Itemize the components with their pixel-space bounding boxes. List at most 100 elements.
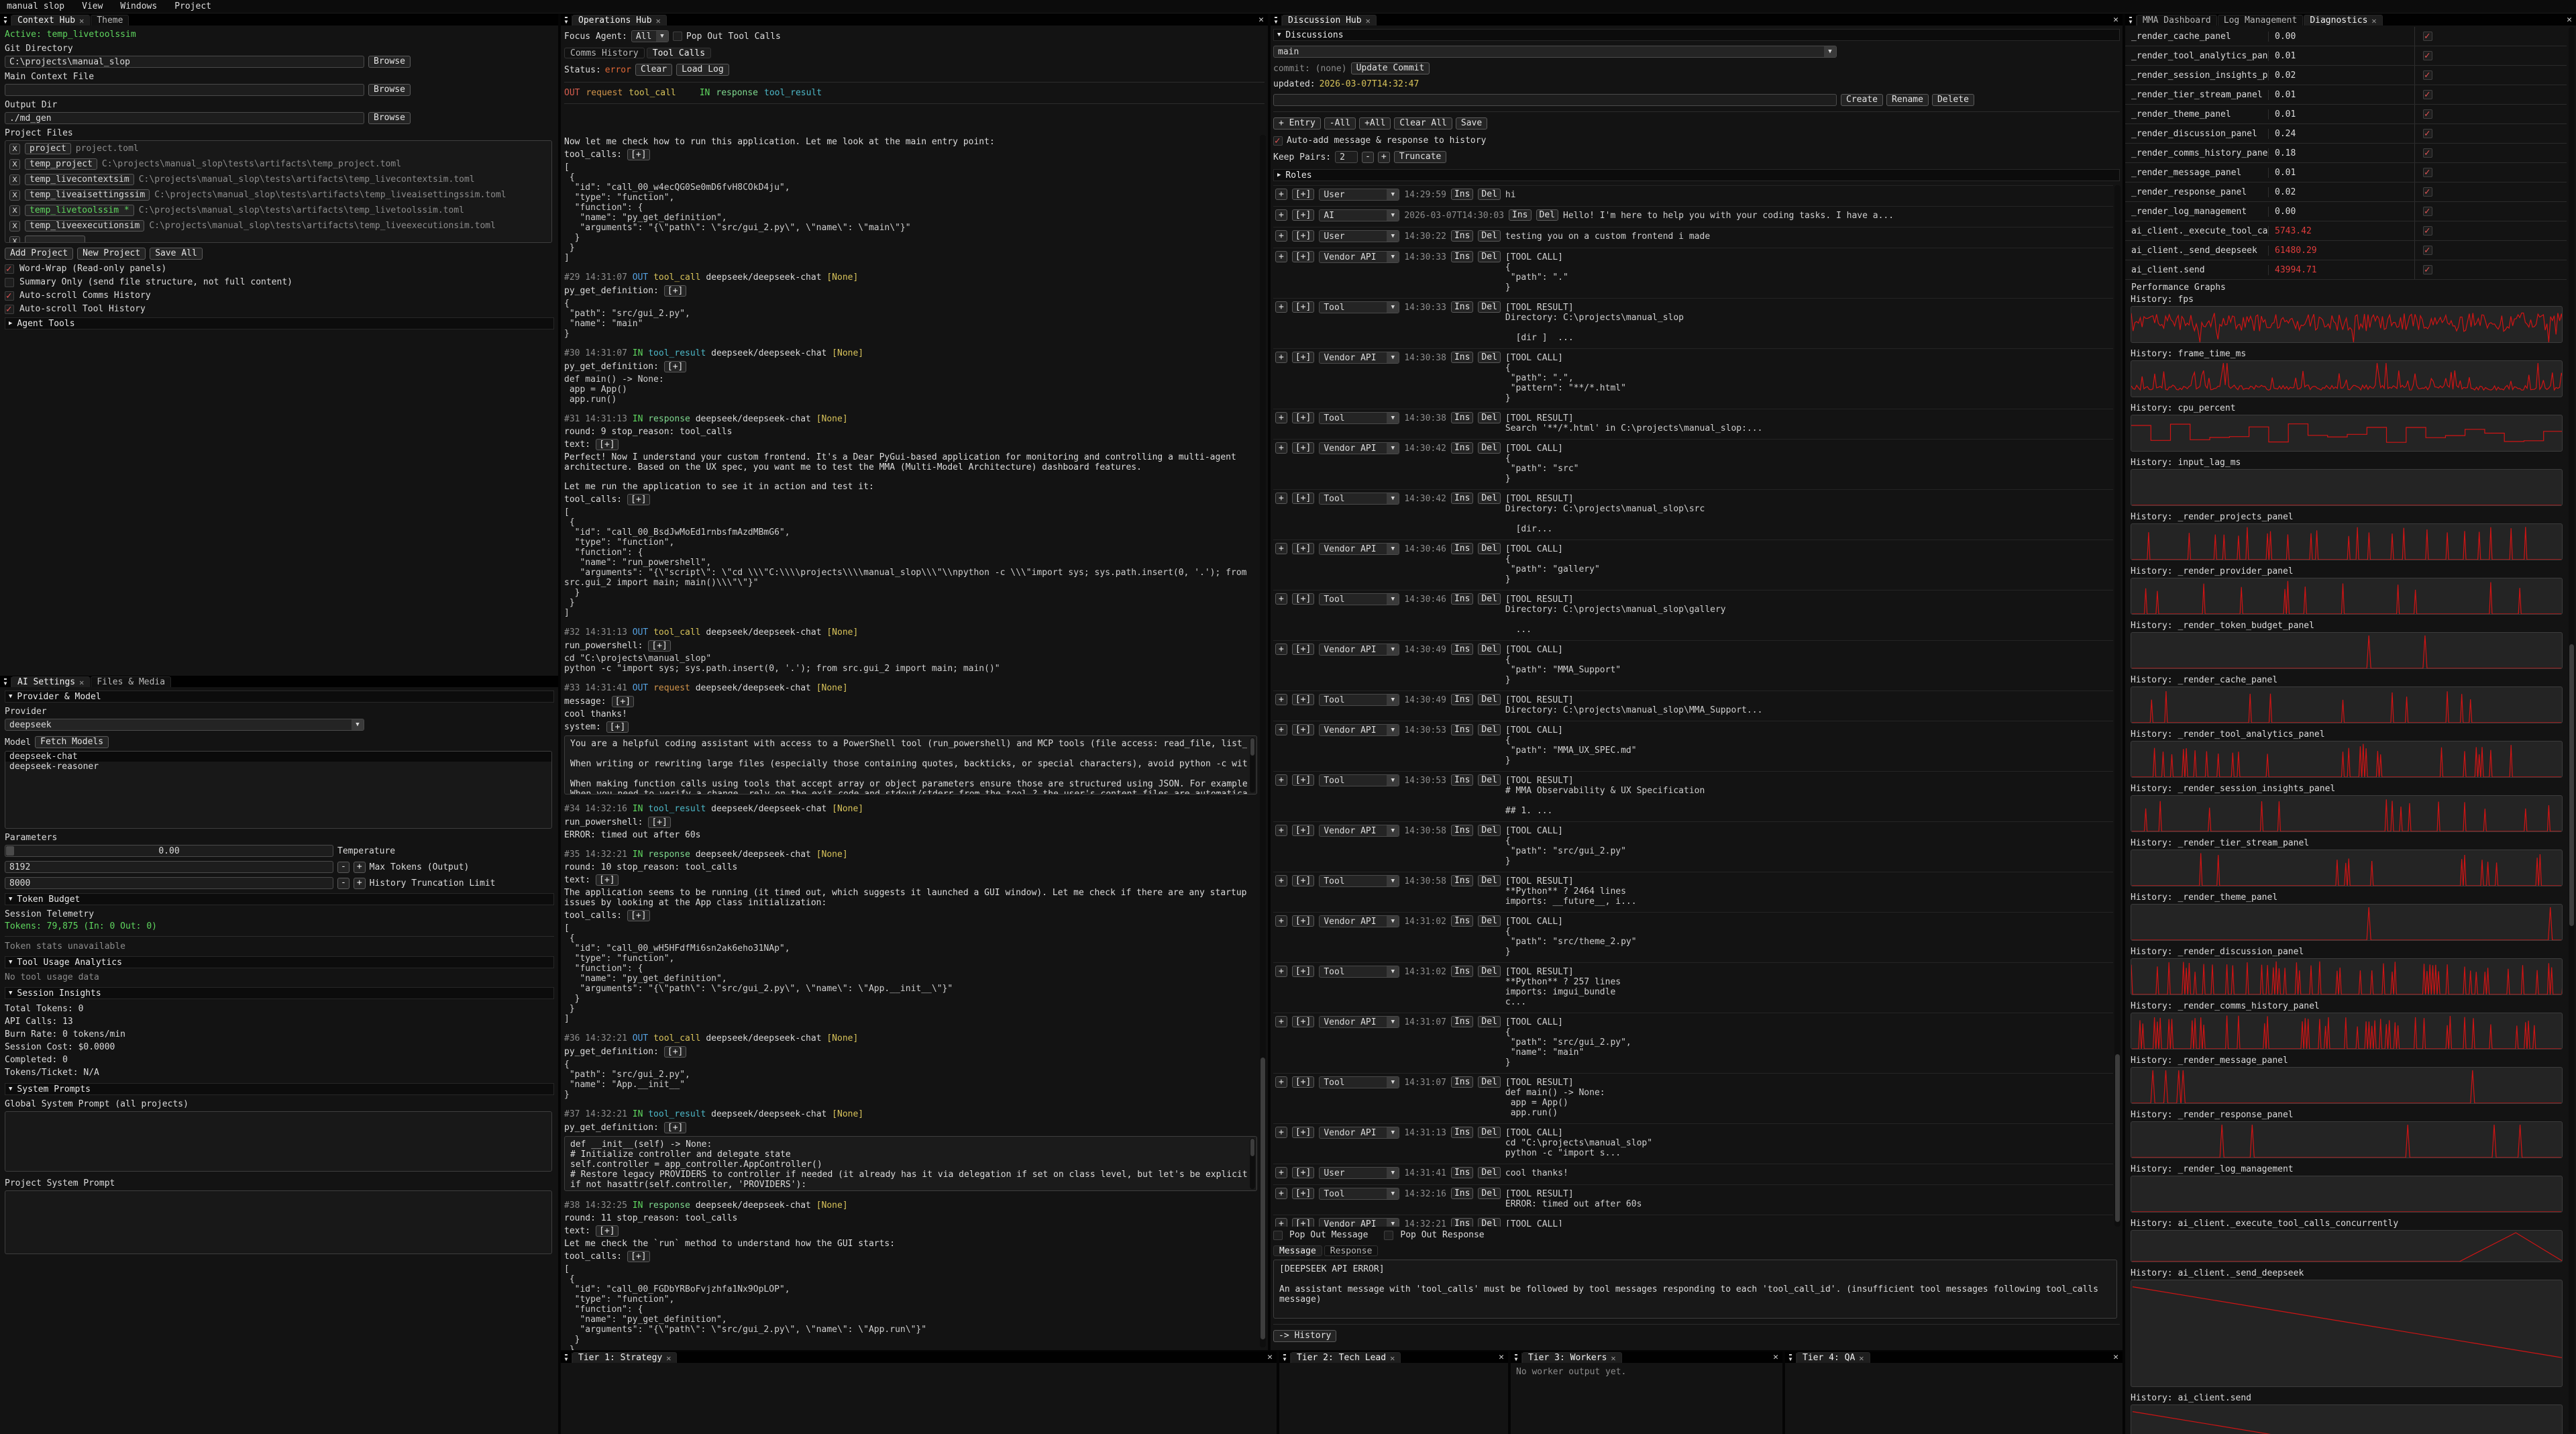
entry-add-button[interactable]: + xyxy=(1275,352,1287,363)
entry-expand-button[interactable]: [+] xyxy=(1292,1218,1314,1227)
keep-pairs-input[interactable]: 2 xyxy=(1335,151,1358,163)
-all-button[interactable]: +All xyxy=(1359,117,1391,130)
project-chip[interactable]: temp_livetoolssim * xyxy=(25,205,134,216)
expand-button[interactable]: [+] xyxy=(627,910,649,921)
entry-del-button[interactable]: Del xyxy=(1478,644,1500,655)
tab-log-management[interactable]: Log Management xyxy=(2218,15,2304,25)
main-context-file-input[interactable] xyxy=(5,84,364,96)
entry-role-select[interactable]: Vendor API▼ xyxy=(1319,1016,1399,1028)
agent-tools-header[interactable]: ▶ Agent Tools xyxy=(5,317,554,329)
entry-del-button[interactable]: Del xyxy=(1478,915,1500,927)
entry-add-button[interactable]: + xyxy=(1275,724,1287,735)
expand-button[interactable]: [+] xyxy=(627,494,649,505)
temperature-slider[interactable]: 0.00 xyxy=(5,845,333,857)
model-item[interactable]: deepseek-chat xyxy=(5,752,551,762)
model-item[interactable]: deepseek-reasoner xyxy=(5,762,551,772)
entry-expand-button[interactable]: [+] xyxy=(1292,644,1314,655)
clear-button[interactable]: Clear xyxy=(635,64,672,76)
tab-ai-settings[interactable]: AI Settings✕ xyxy=(11,676,90,687)
entry-ins-button[interactable]: Ins xyxy=(1451,1076,1473,1088)
entry-add-button[interactable]: + xyxy=(1275,966,1287,977)
entry-del-button[interactable]: Del xyxy=(1536,209,1558,221)
entry-role-select[interactable]: Tool▼ xyxy=(1319,1076,1399,1088)
tab-context-hub[interactable]: Context Hub✕ xyxy=(11,15,90,25)
close-icon[interactable]: ✕ xyxy=(79,16,84,25)
stepper-minus-button[interactable]: - xyxy=(337,878,350,889)
load-log-button[interactable]: Load Log xyxy=(676,64,729,76)
perf-checkbox[interactable] xyxy=(2423,168,2432,177)
provider-select[interactable]: deepseek▼ xyxy=(5,719,364,731)
entry-ins-button[interactable]: Ins xyxy=(1451,966,1473,977)
menu-item-manual-slop[interactable]: manual slop xyxy=(7,1,64,11)
perf-checkbox[interactable] xyxy=(2423,129,2432,138)
entry-del-button[interactable]: Del xyxy=(1478,875,1500,886)
entry-del-button[interactable]: Del xyxy=(1478,593,1500,605)
entry-ins-button[interactable]: Ins xyxy=(1451,724,1473,735)
window-close-icon[interactable]: ✕ xyxy=(1267,1352,1273,1362)
entry-role-select[interactable]: Tool▼ xyxy=(1319,966,1399,978)
focus-agent-select[interactable]: All▼ xyxy=(631,30,669,42)
collapse-icon[interactable]: ▼ xyxy=(1785,1353,1796,1363)
log-framed-box[interactable]: You are a helpful coding assistant with … xyxy=(564,735,1257,795)
entry-add-button[interactable]: + xyxy=(1275,1218,1287,1227)
tab-operations-hub[interactable]: Operations Hub✕ xyxy=(572,15,667,25)
entry-role-select[interactable]: User▼ xyxy=(1319,189,1399,201)
stepper-minus-button[interactable]: - xyxy=(337,862,350,873)
perf-checkbox[interactable] xyxy=(2423,32,2432,41)
entry-add-button[interactable]: + xyxy=(1275,412,1287,423)
project-chip[interactable]: temp_project xyxy=(25,158,97,170)
entry-expand-button[interactable]: [+] xyxy=(1292,230,1314,242)
entry-expand-button[interactable]: [+] xyxy=(1292,1016,1314,1027)
entry-role-select[interactable]: User▼ xyxy=(1319,1167,1399,1179)
auto-add-checkbox[interactable] xyxy=(1273,136,1283,146)
remove-project-icon[interactable]: x xyxy=(9,174,20,185)
create-button[interactable]: Create xyxy=(1841,94,1883,106)
entry-role-select[interactable]: User▼ xyxy=(1319,230,1399,242)
checkbox[interactable] xyxy=(5,305,14,314)
perf-checkbox[interactable] xyxy=(2423,226,2432,236)
entry-expand-button[interactable]: [+] xyxy=(1292,724,1314,735)
entry-del-button[interactable]: Del xyxy=(1478,1218,1500,1227)
update-commit-button[interactable]: Update Commit xyxy=(1351,62,1430,74)
entry-expand-button[interactable]: [+] xyxy=(1292,915,1314,927)
menu-item-windows[interactable]: Windows xyxy=(120,1,157,11)
entry-ins-button[interactable]: Ins xyxy=(1451,593,1473,605)
entry-expand-button[interactable]: [+] xyxy=(1292,875,1314,886)
tab-diagnostics[interactable]: Diagnostics✕ xyxy=(2304,15,2382,25)
expand-button[interactable]: [+] xyxy=(664,1046,686,1058)
entry-add-button[interactable]: + xyxy=(1275,694,1287,705)
entry-role-select[interactable]: Tool▼ xyxy=(1319,493,1399,505)
entry-add-button[interactable]: + xyxy=(1275,543,1287,554)
-entry-button[interactable]: + Entry xyxy=(1273,117,1321,130)
rename-button[interactable]: Rename xyxy=(1886,94,1929,106)
keep-pairs-plus-button[interactable]: + xyxy=(1378,152,1390,163)
entry-add-button[interactable]: + xyxy=(1275,593,1287,605)
entry-expand-button[interactable]: [+] xyxy=(1292,412,1314,423)
entry-add-button[interactable]: + xyxy=(1275,774,1287,786)
collapse-icon[interactable]: ▼ xyxy=(2125,15,2137,25)
stepper-plus-button[interactable]: + xyxy=(354,878,366,889)
message-error-box[interactable]: [DEEPSEEK API ERROR] An assistant messag… xyxy=(1273,1260,2117,1319)
entry-del-button[interactable]: Del xyxy=(1478,1016,1500,1027)
pop-out-response-checkbox[interactable] xyxy=(1384,1231,1393,1240)
entry-add-button[interactable]: + xyxy=(1275,251,1287,262)
entry-del-button[interactable]: Del xyxy=(1478,1076,1500,1088)
tab-theme[interactable]: Theme xyxy=(91,15,129,25)
expand-button[interactable]: [+] xyxy=(596,1225,618,1237)
token-budget-header[interactable]: ▼ Token Budget xyxy=(5,893,554,905)
output-dir-browse-button[interactable]: Browse xyxy=(368,112,411,124)
entry-ins-button[interactable]: Ins xyxy=(1451,412,1473,423)
collapse-icon[interactable]: ▼ xyxy=(561,15,572,25)
entry-del-button[interactable]: Del xyxy=(1478,352,1500,363)
discussions-header[interactable]: ▼ Discussions xyxy=(1273,29,2120,41)
expand-button[interactable]: [+] xyxy=(664,361,686,372)
fetch-models-button[interactable]: Fetch Models xyxy=(35,736,109,748)
entry-del-button[interactable]: Del xyxy=(1478,230,1500,242)
entry-del-button[interactable]: Del xyxy=(1478,1167,1500,1178)
entry-add-button[interactable]: + xyxy=(1275,189,1287,200)
entry-ins-button[interactable]: Ins xyxy=(1451,825,1473,836)
entry-role-select[interactable]: Vendor API▼ xyxy=(1319,543,1399,555)
entry-role-select[interactable]: Tool▼ xyxy=(1319,593,1399,605)
subtab-tool-calls[interactable]: Tool Calls xyxy=(647,48,711,58)
tool-usage-header[interactable]: ▼ Tool Usage Analytics xyxy=(5,956,554,968)
